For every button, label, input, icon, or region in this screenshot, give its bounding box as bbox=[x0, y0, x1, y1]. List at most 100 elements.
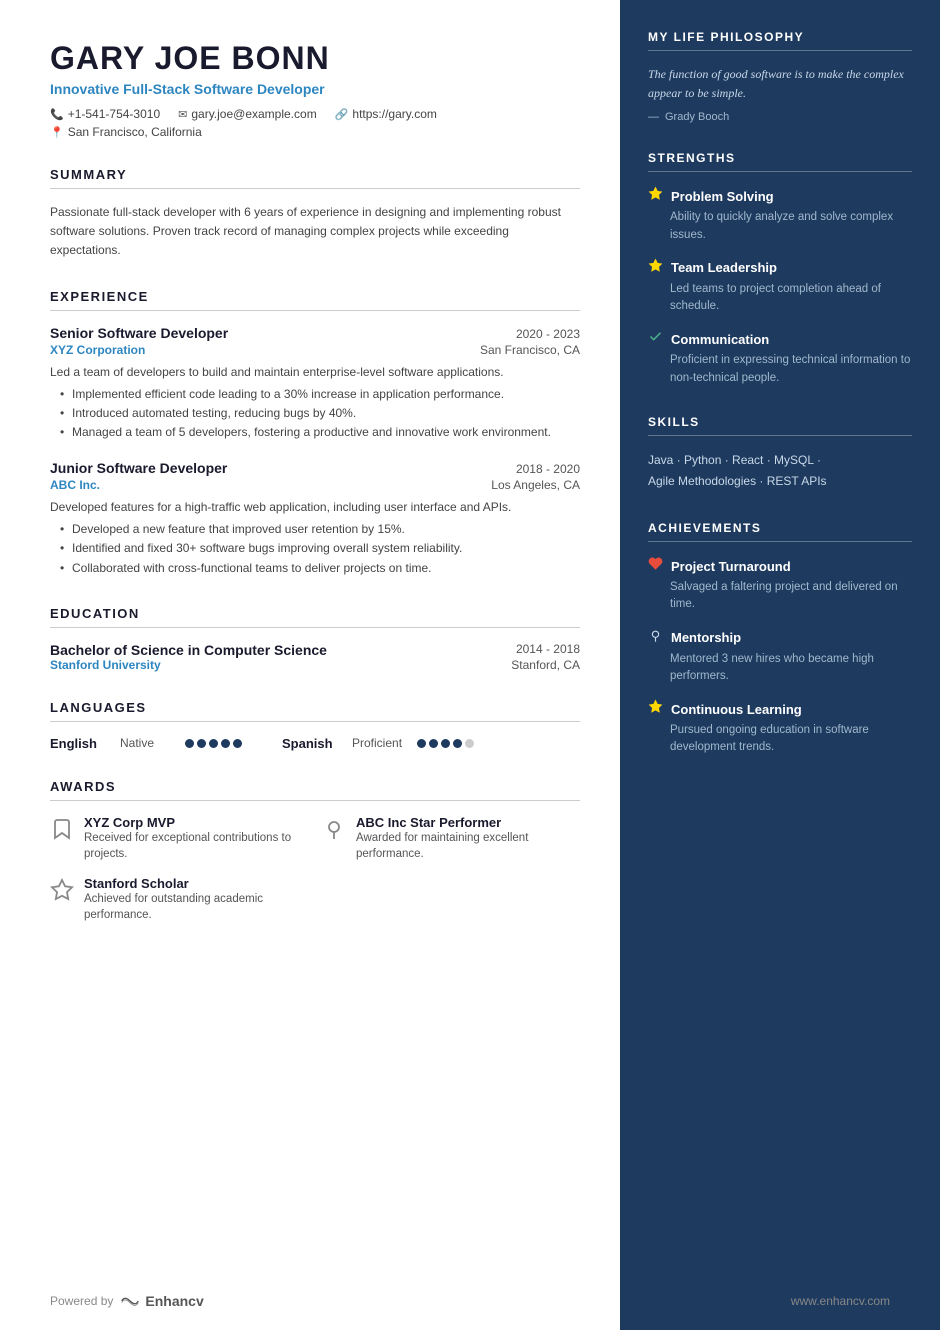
award-1: XYZ Corp MVP Received for exceptional co… bbox=[50, 815, 308, 862]
philosophy-title: MY LIFE PHILOSOPHY bbox=[648, 30, 912, 51]
summary-text: Passionate full-stack developer with 6 y… bbox=[50, 203, 580, 261]
dot bbox=[221, 739, 230, 748]
edu-dates: 2014 - 2018 bbox=[516, 642, 580, 658]
awards-title: AWARDS bbox=[50, 779, 580, 801]
award-2-content: ABC Inc Star Performer Awarded for maint… bbox=[356, 815, 580, 862]
achievement-3-icon bbox=[648, 699, 663, 719]
location-icon: 📍 bbox=[50, 126, 64, 139]
achievement-1-header: Project Turnaround bbox=[648, 556, 912, 576]
enhancv-logo: Enhancv bbox=[119, 1292, 203, 1310]
award-1-desc: Received for exceptional contributions t… bbox=[84, 830, 308, 862]
achievement-3-desc: Pursued ongoing education in software de… bbox=[648, 722, 912, 757]
email-address: gary.joe@example.com bbox=[191, 107, 316, 121]
dot bbox=[417, 739, 426, 748]
strength-1-desc: Ability to quickly analyze and solve com… bbox=[648, 209, 912, 244]
philosophy-author: Grady Booch bbox=[648, 111, 912, 123]
job-2-bullets: Developed a new feature that improved us… bbox=[60, 520, 580, 578]
award-2: ABC Inc Star Performer Awarded for maint… bbox=[322, 815, 580, 862]
job-1-sub: XYZ Corporation San Francisco, CA bbox=[50, 343, 580, 357]
powered-by-text: Powered by bbox=[50, 1294, 113, 1308]
achievement-1-icon bbox=[648, 556, 663, 576]
experience-section: EXPERIENCE Senior Software Developer 202… bbox=[50, 289, 580, 578]
job-1-company: XYZ Corporation bbox=[50, 343, 145, 357]
skills-title: SKILLS bbox=[648, 415, 912, 436]
email-item: ✉ gary.joe@example.com bbox=[178, 107, 317, 121]
edu-sub: Stanford University Stanford, CA bbox=[50, 658, 580, 672]
lang-spanish-dots bbox=[417, 739, 474, 748]
strengths-section: STRENGTHS Problem Solving Ability to qui… bbox=[648, 151, 912, 387]
language-english: English Native bbox=[50, 736, 242, 751]
lang-english-level: Native bbox=[120, 736, 175, 750]
strength-2-header: Team Leadership bbox=[648, 258, 912, 278]
philosophy-text: The function of good software is to make… bbox=[648, 65, 912, 103]
job-2-bullet-3: Collaborated with cross-functional teams… bbox=[60, 559, 580, 578]
skills-line-2: Agile Methodologies · REST APIs bbox=[648, 471, 912, 493]
footer-website: www.enhancv.com bbox=[791, 1294, 890, 1308]
job-1-bullets: Implemented efficient code leading to a … bbox=[60, 385, 580, 443]
job-2-location: Los Angeles, CA bbox=[491, 478, 580, 492]
strength-2-desc: Led teams to project completion ahead of… bbox=[648, 281, 912, 316]
lang-english-dots bbox=[185, 739, 242, 748]
summary-section: SUMMARY Passionate full-stack developer … bbox=[50, 167, 580, 261]
language-spanish: Spanish Proficient bbox=[282, 736, 474, 751]
left-column: GARY JOE BONN Innovative Full-Stack Soft… bbox=[0, 0, 620, 1330]
job-2-company: ABC Inc. bbox=[50, 478, 100, 492]
strengths-title: STRENGTHS bbox=[648, 151, 912, 172]
candidate-name: GARY JOE BONN bbox=[50, 40, 580, 77]
strength-3-icon bbox=[648, 329, 663, 349]
email-icon: ✉ bbox=[178, 108, 187, 121]
dot bbox=[441, 739, 450, 748]
edu-degree: Bachelor of Science in Computer Science bbox=[50, 642, 327, 658]
languages-section: LANGUAGES English Native Spanis bbox=[50, 700, 580, 751]
achievement-2-icon bbox=[648, 628, 663, 648]
achievement-3-header: Continuous Learning bbox=[648, 699, 912, 719]
strength-2-icon bbox=[648, 258, 663, 278]
dot bbox=[185, 739, 194, 748]
achievement-2: Mentorship Mentored 3 new hires who beca… bbox=[648, 628, 912, 686]
phone-item: 📞 +1-541-754-3010 bbox=[50, 107, 160, 121]
strength-3: Communication Proficient in expressing t… bbox=[648, 329, 912, 387]
job-2-dates: 2018 - 2020 bbox=[516, 462, 580, 476]
award-1-title: XYZ Corp MVP bbox=[84, 815, 308, 830]
job-1-bullet-1: Implemented efficient code leading to a … bbox=[60, 385, 580, 404]
phone-number: +1-541-754-3010 bbox=[68, 107, 160, 121]
strength-1-name: Problem Solving bbox=[671, 189, 774, 204]
strength-1: Problem Solving Ability to quickly analy… bbox=[648, 186, 912, 244]
website-url: https://gary.com bbox=[352, 107, 436, 121]
strength-2-name: Team Leadership bbox=[671, 260, 777, 275]
lang-spanish-name: Spanish bbox=[282, 736, 342, 751]
education-title: EDUCATION bbox=[50, 606, 580, 628]
phone-icon: 📞 bbox=[50, 108, 64, 121]
job-1-location: San Francisco, CA bbox=[480, 343, 580, 357]
contact-info: 📞 +1-541-754-3010 ✉ gary.joe@example.com… bbox=[50, 107, 580, 121]
dot bbox=[465, 739, 474, 748]
achievement-1: Project Turnaround Salvaged a faltering … bbox=[648, 556, 912, 614]
award-1-content: XYZ Corp MVP Received for exceptional co… bbox=[84, 815, 308, 862]
dot bbox=[453, 739, 462, 748]
right-column: MY LIFE PHILOSOPHY The function of good … bbox=[620, 0, 940, 1330]
candidate-title: Innovative Full-Stack Software Developer bbox=[50, 81, 580, 97]
location-text: San Francisco, California bbox=[68, 125, 202, 139]
job-1-title: Senior Software Developer bbox=[50, 325, 228, 341]
award-3-icon bbox=[50, 878, 74, 908]
strength-1-icon bbox=[648, 186, 663, 206]
job-1-dates: 2020 - 2023 bbox=[516, 327, 580, 341]
award-3-title: Stanford Scholar bbox=[84, 876, 308, 891]
job-2-header: Junior Software Developer 2018 - 2020 bbox=[50, 460, 580, 476]
edu-header: Bachelor of Science in Computer Science … bbox=[50, 642, 580, 658]
brand-name: Enhancv bbox=[145, 1293, 203, 1309]
strength-1-header: Problem Solving bbox=[648, 186, 912, 206]
job-2: Junior Software Developer 2018 - 2020 AB… bbox=[50, 460, 580, 578]
website-item: 🔗 https://gary.com bbox=[335, 107, 437, 121]
achievement-2-name: Mentorship bbox=[671, 630, 741, 645]
strength-3-header: Communication bbox=[648, 329, 912, 349]
award-2-title: ABC Inc Star Performer bbox=[356, 815, 580, 830]
languages-title: LANGUAGES bbox=[50, 700, 580, 722]
languages-row: English Native Spanish Proficient bbox=[50, 736, 580, 751]
lang-english-name: English bbox=[50, 736, 110, 751]
education-section: EDUCATION Bachelor of Science in Compute… bbox=[50, 606, 580, 672]
award-3-desc: Achieved for outstanding academic perfor… bbox=[84, 891, 308, 923]
edu-school: Stanford University bbox=[50, 658, 161, 672]
skills-section: SKILLS Java · Python · React · MySQL · A… bbox=[648, 415, 912, 493]
job-2-desc: Developed features for a high-traffic we… bbox=[50, 498, 580, 516]
